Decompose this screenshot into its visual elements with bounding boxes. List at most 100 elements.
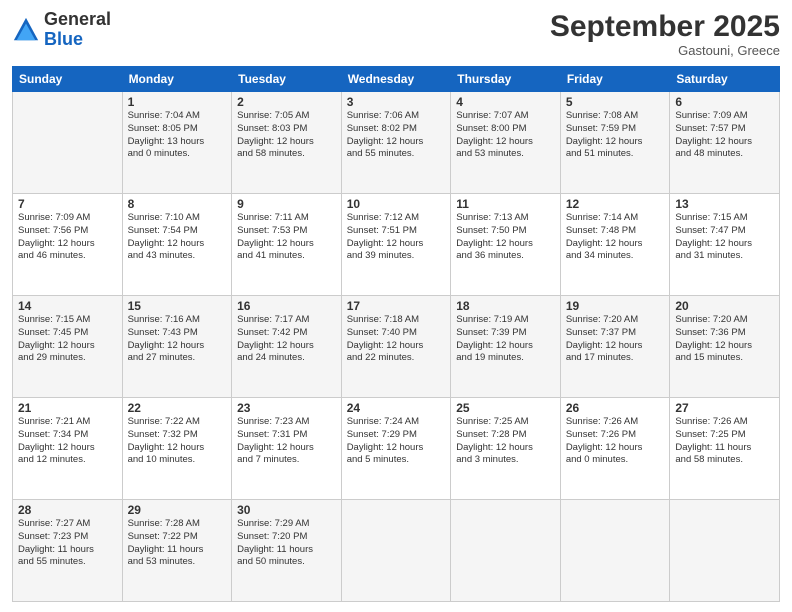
col-wednesday: Wednesday <box>341 67 451 92</box>
day-info: Sunrise: 7:24 AMSunset: 7:29 PMDaylight:… <box>347 416 446 467</box>
table-row: 9Sunrise: 7:11 AMSunset: 7:53 PMDaylight… <box>232 194 342 296</box>
day-number: 12 <box>566 197 665 211</box>
day-info: Sunrise: 7:19 AMSunset: 7:39 PMDaylight:… <box>456 314 555 365</box>
logo: General Blue <box>12 10 111 50</box>
table-row <box>451 500 561 602</box>
day-info: Sunrise: 7:20 AMSunset: 7:36 PMDaylight:… <box>675 314 774 365</box>
day-info: Sunrise: 7:09 AMSunset: 7:56 PMDaylight:… <box>18 212 117 263</box>
day-number: 29 <box>128 503 227 517</box>
day-number: 3 <box>347 95 446 109</box>
logo-general-text: General <box>44 9 111 29</box>
table-row: 4Sunrise: 7:07 AMSunset: 8:00 PMDaylight… <box>451 92 561 194</box>
calendar-week-row: 28Sunrise: 7:27 AMSunset: 7:23 PMDayligh… <box>13 500 780 602</box>
day-number: 20 <box>675 299 774 313</box>
day-info: Sunrise: 7:22 AMSunset: 7:32 PMDaylight:… <box>128 416 227 467</box>
table-row: 11Sunrise: 7:13 AMSunset: 7:50 PMDayligh… <box>451 194 561 296</box>
col-saturday: Saturday <box>670 67 780 92</box>
day-number: 15 <box>128 299 227 313</box>
location: Gastouni, Greece <box>550 43 780 58</box>
table-row: 13Sunrise: 7:15 AMSunset: 7:47 PMDayligh… <box>670 194 780 296</box>
day-number: 18 <box>456 299 555 313</box>
day-number: 26 <box>566 401 665 415</box>
day-info: Sunrise: 7:17 AMSunset: 7:42 PMDaylight:… <box>237 314 336 365</box>
table-row: 1Sunrise: 7:04 AMSunset: 8:05 PMDaylight… <box>122 92 232 194</box>
day-info: Sunrise: 7:26 AMSunset: 7:26 PMDaylight:… <box>566 416 665 467</box>
day-info: Sunrise: 7:15 AMSunset: 7:47 PMDaylight:… <box>675 212 774 263</box>
day-info: Sunrise: 7:09 AMSunset: 7:57 PMDaylight:… <box>675 110 774 161</box>
table-row: 5Sunrise: 7:08 AMSunset: 7:59 PMDaylight… <box>560 92 670 194</box>
day-number: 5 <box>566 95 665 109</box>
day-number: 25 <box>456 401 555 415</box>
table-row: 3Sunrise: 7:06 AMSunset: 8:02 PMDaylight… <box>341 92 451 194</box>
day-number: 21 <box>18 401 117 415</box>
table-row: 22Sunrise: 7:22 AMSunset: 7:32 PMDayligh… <box>122 398 232 500</box>
day-number: 4 <box>456 95 555 109</box>
table-row: 7Sunrise: 7:09 AMSunset: 7:56 PMDaylight… <box>13 194 123 296</box>
calendar-week-row: 14Sunrise: 7:15 AMSunset: 7:45 PMDayligh… <box>13 296 780 398</box>
day-info: Sunrise: 7:28 AMSunset: 7:22 PMDaylight:… <box>128 518 227 569</box>
table-row: 8Sunrise: 7:10 AMSunset: 7:54 PMDaylight… <box>122 194 232 296</box>
table-row: 6Sunrise: 7:09 AMSunset: 7:57 PMDaylight… <box>670 92 780 194</box>
calendar-week-row: 21Sunrise: 7:21 AMSunset: 7:34 PMDayligh… <box>13 398 780 500</box>
table-row: 10Sunrise: 7:12 AMSunset: 7:51 PMDayligh… <box>341 194 451 296</box>
day-number: 28 <box>18 503 117 517</box>
day-number: 24 <box>347 401 446 415</box>
day-info: Sunrise: 7:15 AMSunset: 7:45 PMDaylight:… <box>18 314 117 365</box>
day-info: Sunrise: 7:13 AMSunset: 7:50 PMDaylight:… <box>456 212 555 263</box>
table-row: 16Sunrise: 7:17 AMSunset: 7:42 PMDayligh… <box>232 296 342 398</box>
table-row: 26Sunrise: 7:26 AMSunset: 7:26 PMDayligh… <box>560 398 670 500</box>
table-row: 23Sunrise: 7:23 AMSunset: 7:31 PMDayligh… <box>232 398 342 500</box>
logo-text: General Blue <box>44 10 111 50</box>
day-number: 2 <box>237 95 336 109</box>
day-number: 30 <box>237 503 336 517</box>
table-row: 18Sunrise: 7:19 AMSunset: 7:39 PMDayligh… <box>451 296 561 398</box>
day-number: 14 <box>18 299 117 313</box>
day-number: 11 <box>456 197 555 211</box>
page: General Blue September 2025 Gastouni, Gr… <box>0 0 792 612</box>
day-number: 1 <box>128 95 227 109</box>
day-info: Sunrise: 7:05 AMSunset: 8:03 PMDaylight:… <box>237 110 336 161</box>
day-info: Sunrise: 7:14 AMSunset: 7:48 PMDaylight:… <box>566 212 665 263</box>
table-row: 25Sunrise: 7:25 AMSunset: 7:28 PMDayligh… <box>451 398 561 500</box>
table-row: 30Sunrise: 7:29 AMSunset: 7:20 PMDayligh… <box>232 500 342 602</box>
day-info: Sunrise: 7:27 AMSunset: 7:23 PMDaylight:… <box>18 518 117 569</box>
month-title: September 2025 <box>550 10 780 43</box>
col-monday: Monday <box>122 67 232 92</box>
calendar-week-row: 1Sunrise: 7:04 AMSunset: 8:05 PMDaylight… <box>13 92 780 194</box>
col-thursday: Thursday <box>451 67 561 92</box>
day-info: Sunrise: 7:23 AMSunset: 7:31 PMDaylight:… <box>237 416 336 467</box>
table-row: 2Sunrise: 7:05 AMSunset: 8:03 PMDaylight… <box>232 92 342 194</box>
day-number: 13 <box>675 197 774 211</box>
calendar-week-row: 7Sunrise: 7:09 AMSunset: 7:56 PMDaylight… <box>13 194 780 296</box>
day-info: Sunrise: 7:07 AMSunset: 8:00 PMDaylight:… <box>456 110 555 161</box>
day-number: 19 <box>566 299 665 313</box>
day-info: Sunrise: 7:16 AMSunset: 7:43 PMDaylight:… <box>128 314 227 365</box>
table-row <box>670 500 780 602</box>
table-row: 12Sunrise: 7:14 AMSunset: 7:48 PMDayligh… <box>560 194 670 296</box>
logo-blue-text: Blue <box>44 29 83 49</box>
table-row: 20Sunrise: 7:20 AMSunset: 7:36 PMDayligh… <box>670 296 780 398</box>
table-row: 19Sunrise: 7:20 AMSunset: 7:37 PMDayligh… <box>560 296 670 398</box>
day-number: 8 <box>128 197 227 211</box>
day-info: Sunrise: 7:04 AMSunset: 8:05 PMDaylight:… <box>128 110 227 161</box>
day-number: 22 <box>128 401 227 415</box>
logo-icon <box>12 16 40 44</box>
table-row: 14Sunrise: 7:15 AMSunset: 7:45 PMDayligh… <box>13 296 123 398</box>
calendar-header-row: Sunday Monday Tuesday Wednesday Thursday… <box>13 67 780 92</box>
day-info: Sunrise: 7:20 AMSunset: 7:37 PMDaylight:… <box>566 314 665 365</box>
day-info: Sunrise: 7:10 AMSunset: 7:54 PMDaylight:… <box>128 212 227 263</box>
day-number: 27 <box>675 401 774 415</box>
day-info: Sunrise: 7:12 AMSunset: 7:51 PMDaylight:… <box>347 212 446 263</box>
table-row: 24Sunrise: 7:24 AMSunset: 7:29 PMDayligh… <box>341 398 451 500</box>
table-row <box>341 500 451 602</box>
day-info: Sunrise: 7:25 AMSunset: 7:28 PMDaylight:… <box>456 416 555 467</box>
col-tuesday: Tuesday <box>232 67 342 92</box>
day-number: 7 <box>18 197 117 211</box>
day-info: Sunrise: 7:29 AMSunset: 7:20 PMDaylight:… <box>237 518 336 569</box>
day-number: 6 <box>675 95 774 109</box>
day-number: 17 <box>347 299 446 313</box>
day-info: Sunrise: 7:08 AMSunset: 7:59 PMDaylight:… <box>566 110 665 161</box>
calendar-table: Sunday Monday Tuesday Wednesday Thursday… <box>12 66 780 602</box>
table-row: 17Sunrise: 7:18 AMSunset: 7:40 PMDayligh… <box>341 296 451 398</box>
day-number: 10 <box>347 197 446 211</box>
